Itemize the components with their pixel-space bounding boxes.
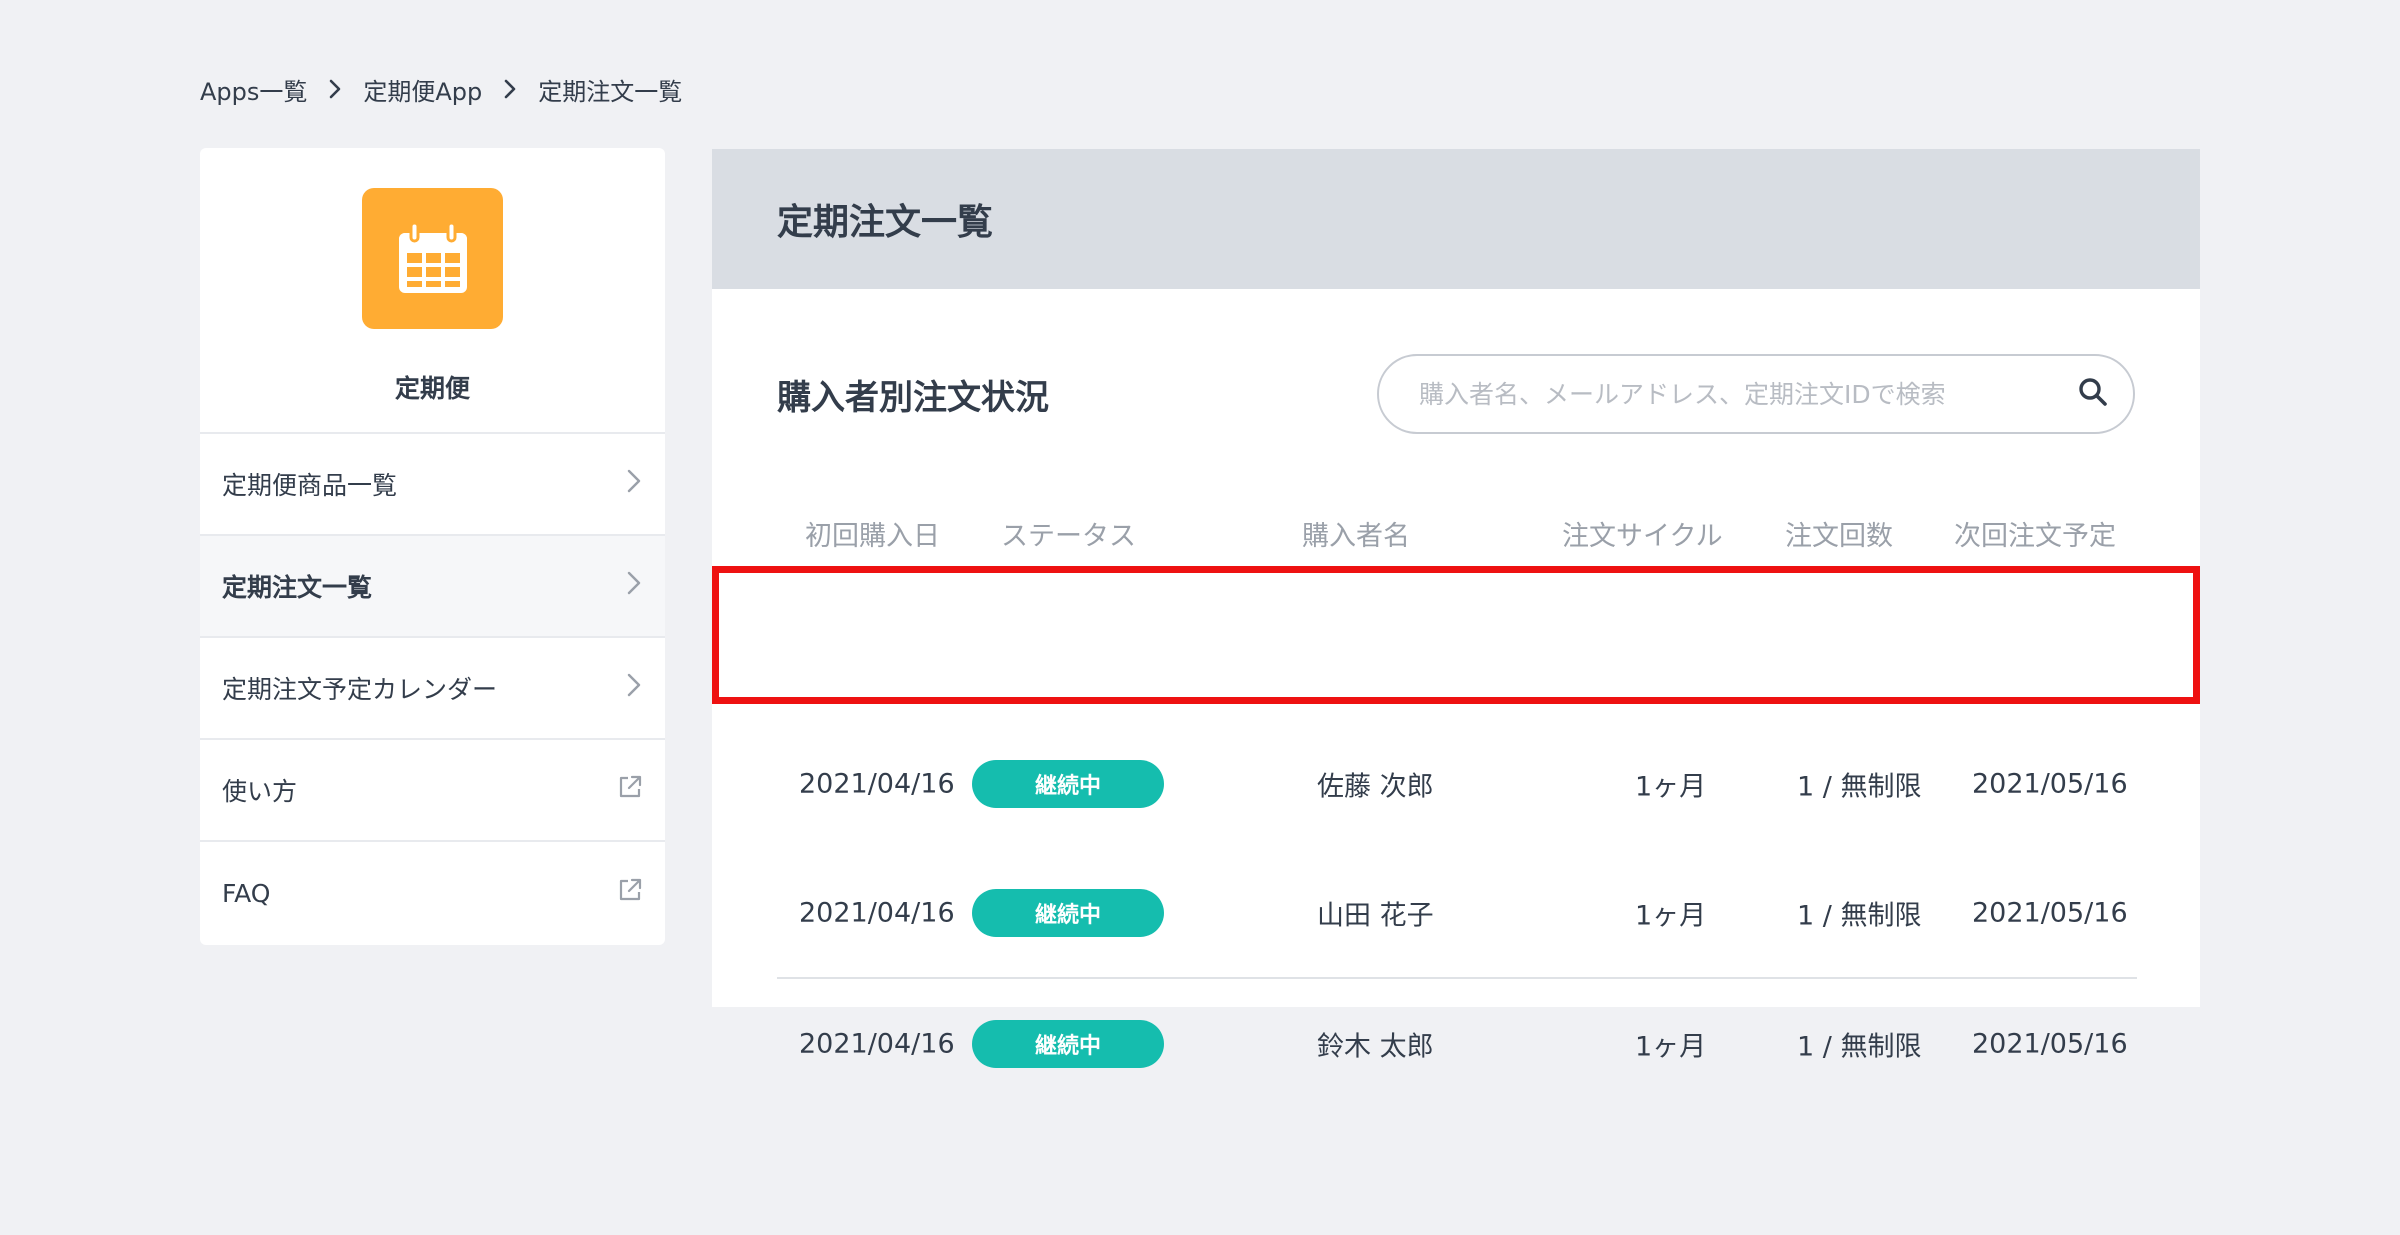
column-header-buyer: 購入者名 <box>1302 521 1410 552</box>
calendar-icon <box>362 188 503 329</box>
search-input[interactable] <box>1419 379 2077 409</box>
table-row[interactable]: 2021/04/16 継続中 鈴木 太郎 1ヶ月 1 / 無制限 2021/05… <box>777 979 2137 1109</box>
buyer-name[interactable]: 鈴木 太郎 <box>1317 1025 1434 1064</box>
status-badge: 継続中 <box>972 889 1164 937</box>
breadcrumb: Apps一覧 定期便App 定期注文一覧 <box>200 72 682 106</box>
first-purchase-date: 2021/04/16 <box>799 1028 955 1060</box>
buyer-name[interactable]: 山田 花子 <box>1317 894 1434 933</box>
sidebar-item-label: 定期注文予定カレンダー <box>222 675 498 704</box>
app-name: 定期便 <box>394 374 470 403</box>
buyer-name[interactable]: 佐藤 次郎 <box>1317 765 1434 804</box>
first-purchase-date: 2021/04/16 <box>799 768 955 800</box>
sidebar-item-how-to-use[interactable]: 使い方 <box>200 740 665 842</box>
sidebar-item-label: 使い方 <box>222 777 298 806</box>
sidebar-item-label: FAQ <box>222 878 271 908</box>
status-badge: 継続中 <box>972 760 1164 808</box>
sidebar-item-faq[interactable]: FAQ <box>200 842 665 944</box>
order-count: 1 / 無制限 <box>1797 771 1922 803</box>
chevron-right-icon <box>625 468 643 500</box>
breadcrumb-apps-list[interactable]: Apps一覧 <box>200 72 307 107</box>
chevron-right-icon <box>625 570 643 602</box>
column-header-cycle: 注文サイクル <box>1562 521 1723 552</box>
search-icon[interactable] <box>2077 376 2109 412</box>
first-purchase-date: 2021/04/16 <box>799 897 955 929</box>
column-header-next-date: 次回注文予定 <box>1954 521 2116 552</box>
next-order-date: 2021/05/16 <box>1972 897 2128 929</box>
next-order-date: 2021/05/16 <box>1972 768 2128 800</box>
external-link-icon <box>617 877 643 909</box>
external-link-icon <box>617 774 643 806</box>
table-row[interactable]: 2021/04/16 継続中 佐藤 次郎 1ヶ月 1 / 無制限 2021/05… <box>777 719 2137 849</box>
order-cycle: 1ヶ月 <box>1635 1031 1707 1063</box>
order-cycle: 1ヶ月 <box>1635 771 1707 803</box>
main-panel: 定期注文一覧 購入者別注文状況 初回購入日 ステータス 購入者名 注文サイクル … <box>712 149 2200 1068</box>
section-title: 購入者別注文状況 <box>777 378 1049 418</box>
column-header-first-date: 初回購入日 <box>805 521 940 552</box>
chevron-right-icon <box>625 672 643 704</box>
column-header-status: ステータス <box>1001 521 1136 552</box>
table-header: 初回購入日 ステータス 購入者名 注文サイクル 注文回数 次回注文予定 <box>712 514 2200 554</box>
column-header-count: 注文回数 <box>1785 521 1893 552</box>
chevron-right-icon <box>307 79 363 99</box>
order-count: 1 / 無制限 <box>1797 900 1922 932</box>
page-title: 定期注文一覧 <box>712 149 2200 289</box>
sidebar-item-orders[interactable]: 定期注文一覧 <box>200 536 665 638</box>
sidebar: 定期便 定期便商品一覧 定期注文一覧 定期注文予定カレンダー 使い方 FAQ <box>200 148 665 945</box>
page: Apps一覧 定期便App 定期注文一覧 定期便 定期便商品一覧 定期注文一覧 … <box>0 0 2400 1235</box>
breadcrumb-subscription-app[interactable]: 定期便App <box>363 72 482 107</box>
order-count: 1 / 無制限 <box>1797 1031 1922 1063</box>
sidebar-item-label: 定期注文一覧 <box>222 573 373 602</box>
sidebar-item-products[interactable]: 定期便商品一覧 <box>200 434 665 536</box>
order-cycle: 1ヶ月 <box>1635 900 1707 932</box>
app-header: 定期便 <box>200 148 665 434</box>
search-box <box>1377 354 2135 434</box>
chevron-right-icon <box>482 79 538 99</box>
sidebar-item-calendar[interactable]: 定期注文予定カレンダー <box>200 638 665 740</box>
next-order-date: 2021/05/16 <box>1972 1028 2128 1060</box>
table-row[interactable]: 2021/04/16 継続中 山田 花子 1ヶ月 1 / 無制限 2021/05… <box>777 849 2137 979</box>
breadcrumb-current-page: 定期注文一覧 <box>538 77 683 106</box>
status-badge: 継続中 <box>972 1020 1164 1068</box>
sidebar-item-label: 定期便商品一覧 <box>222 471 398 500</box>
